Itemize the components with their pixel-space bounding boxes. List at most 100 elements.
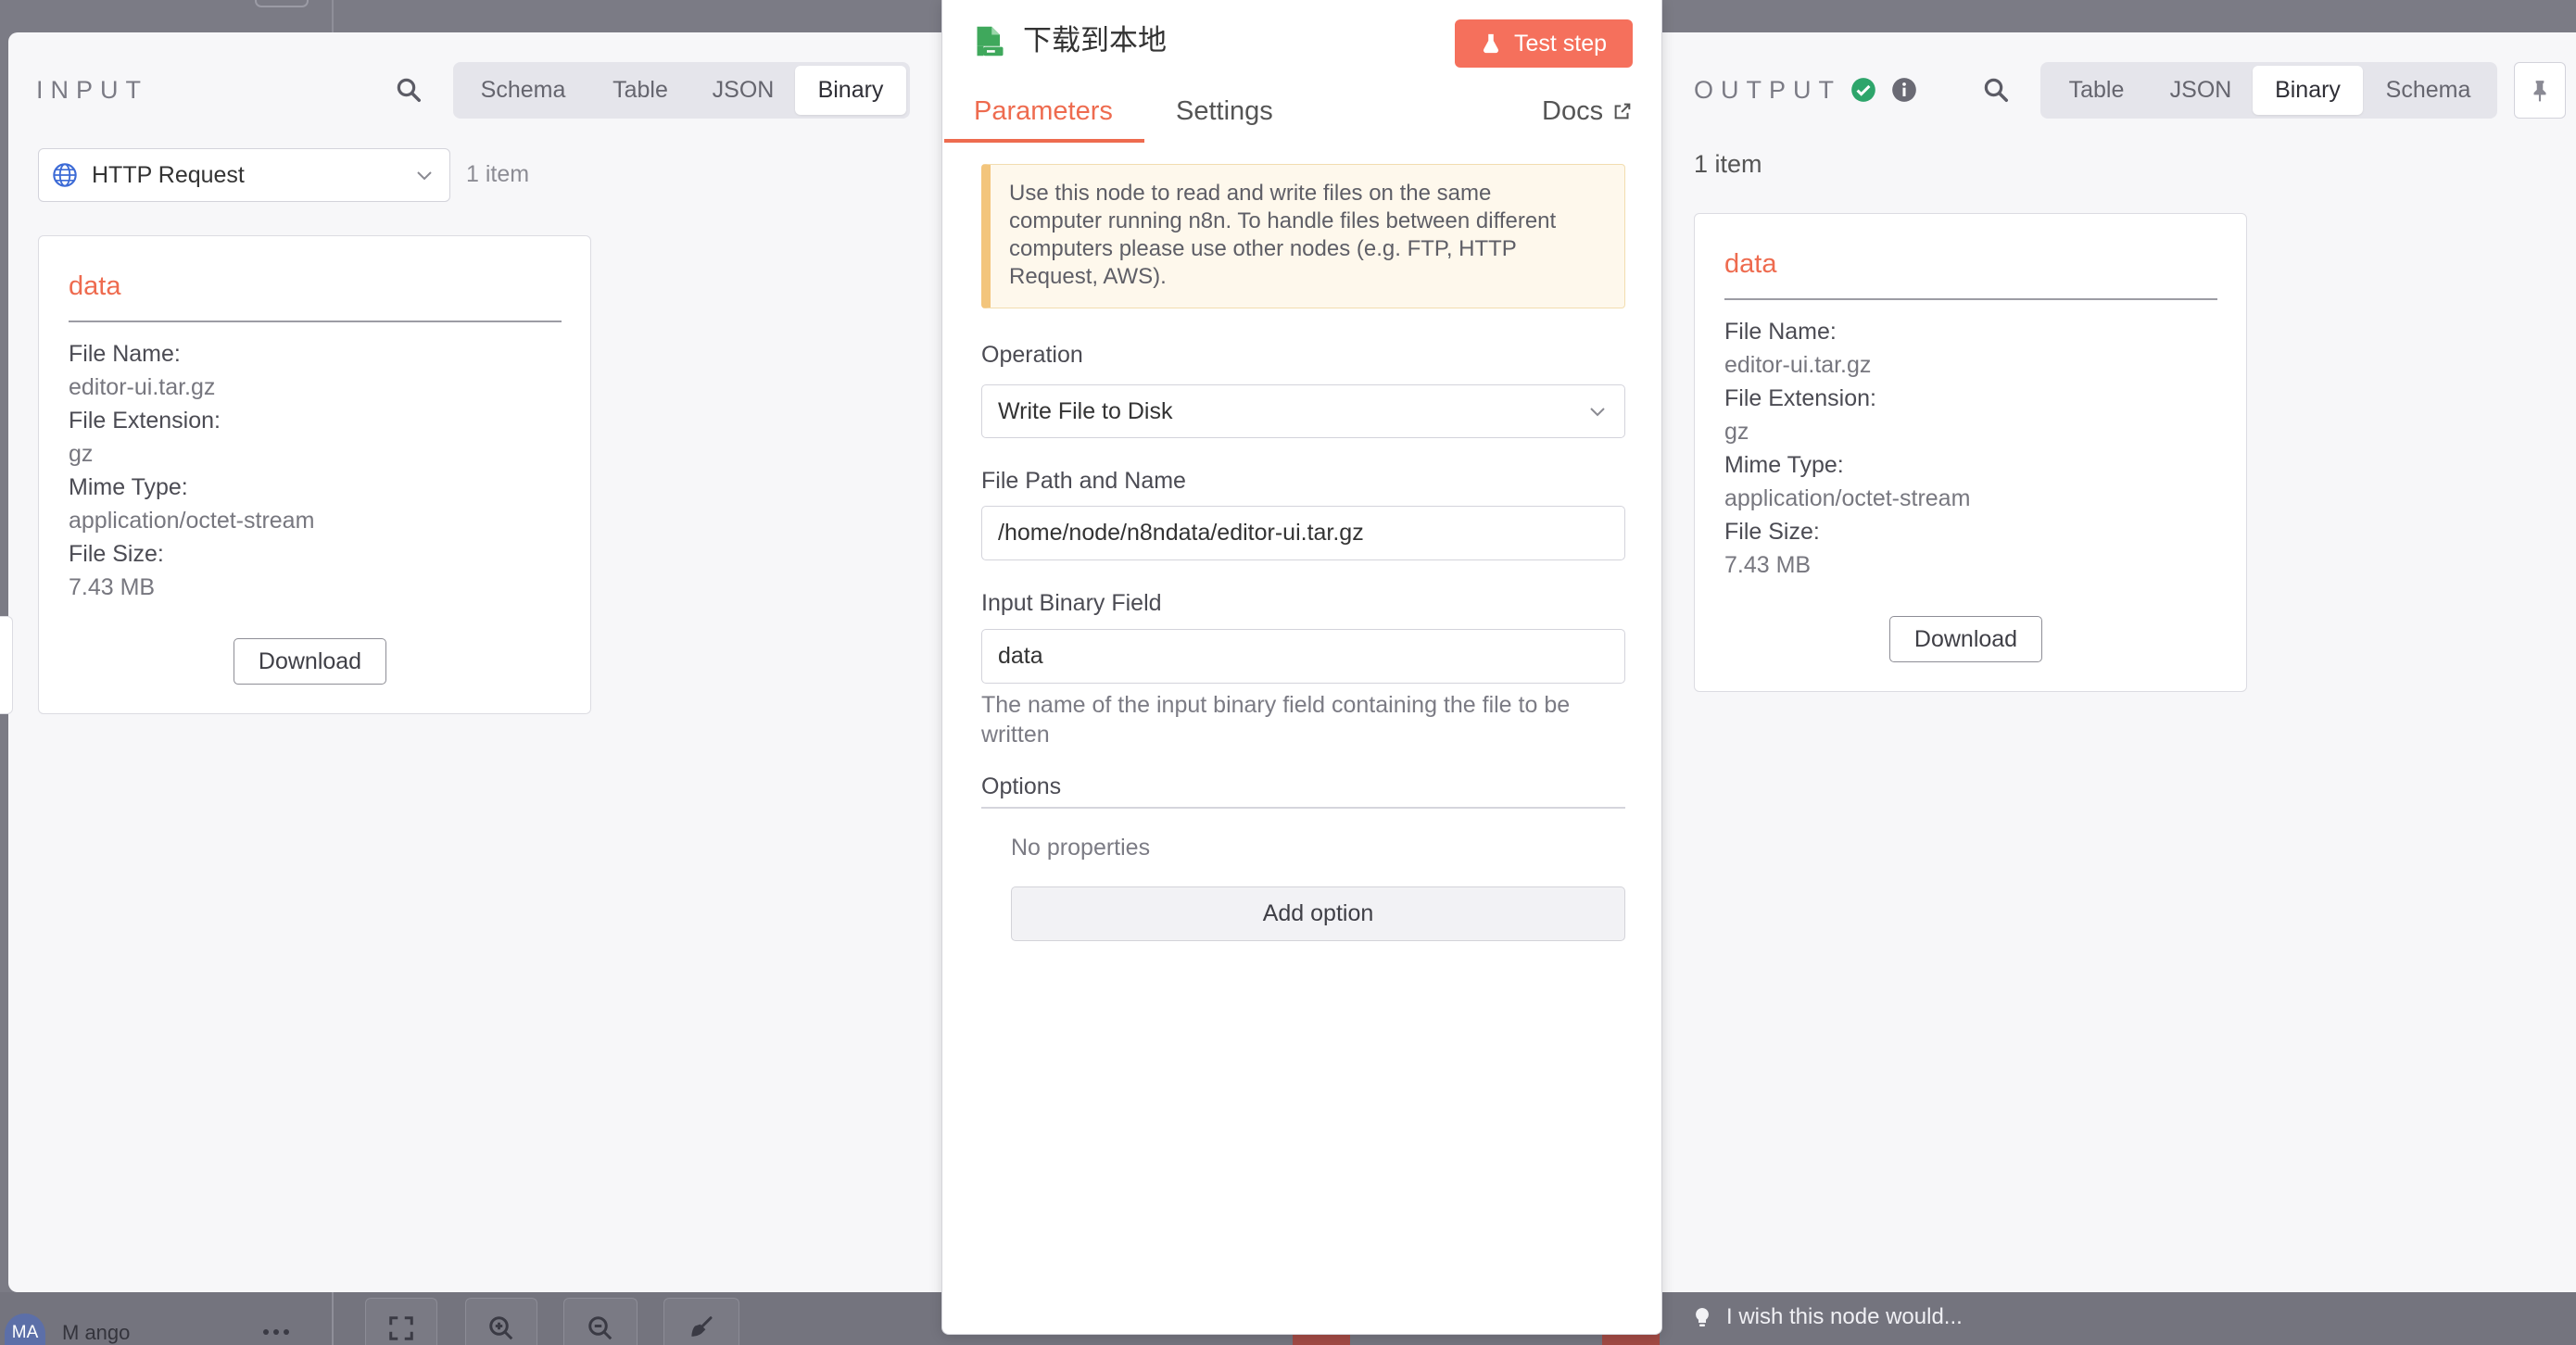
input-node-select-value: HTTP Request	[92, 162, 245, 188]
card-divider	[1724, 298, 2217, 300]
search-icon	[1984, 78, 2008, 102]
zoom-out-button[interactable]	[563, 1298, 638, 1345]
input-tab-json[interactable]: JSON	[691, 66, 795, 115]
node-parameters-panel: 下载到本地 Test step Parameters Settings Docs…	[941, 0, 1662, 1335]
output-tab-binary[interactable]: Binary	[2253, 66, 2363, 115]
pin-data-button[interactable]	[2514, 62, 2566, 119]
search-icon	[397, 78, 421, 102]
lightbulb-icon	[1691, 1306, 1713, 1328]
file-size-value: 7.43 MB	[1724, 552, 1812, 578]
output-panel-title: OUTPUT	[1694, 76, 1841, 104]
output-tab-json[interactable]: JSON	[2149, 66, 2253, 115]
output-tab-table[interactable]: Table	[2044, 66, 2149, 115]
notice-line: Request, AWS).	[1009, 264, 1167, 289]
file-size-label: File Size:	[69, 541, 164, 567]
output-tab-schema[interactable]: Schema	[2363, 66, 2494, 115]
mime-type-value: application/octet-stream	[69, 508, 315, 534]
broom-icon	[691, 1316, 713, 1337]
chevron-down-icon	[413, 164, 436, 186]
operation-label: Operation	[981, 342, 1083, 368]
output-panel: OUTPUT Table JSON Binary Schema 1 item d…	[1662, 32, 2576, 1292]
options-label: Options	[981, 773, 1062, 799]
input-tab-table[interactable]: Table	[589, 66, 691, 115]
binary-property-name: data	[1724, 249, 1777, 279]
input-view-tabs: Schema Table JSON Binary	[453, 62, 910, 119]
hint-line: The name of the input binary field conta…	[981, 692, 1571, 718]
file-size-label: File Size:	[1724, 519, 1820, 545]
input-search-button[interactable]	[395, 76, 423, 104]
operation-select[interactable]: Write File to Disk	[981, 384, 1625, 438]
user-name: M ango	[62, 1321, 131, 1344]
file-extension-value: gz	[69, 441, 94, 467]
card-divider	[69, 321, 562, 322]
file-extension-label: File Extension:	[1724, 385, 1876, 411]
zoom-out-icon	[588, 1316, 612, 1340]
notice-line: computers please use other nodes (e.g. F…	[1009, 236, 1517, 261]
external-link-icon[interactable]	[1611, 100, 1634, 122]
hint-line: written	[981, 722, 1050, 748]
input-panel-title: INPUT	[36, 76, 148, 104]
file-extension-label: File Extension:	[69, 408, 221, 434]
avatar[interactable]: MA	[5, 1314, 45, 1345]
feedback-prompt[interactable]: I wish this node would...	[1726, 1303, 1963, 1331]
test-step-label: Test step	[1513, 30, 1608, 57]
tab-settings[interactable]: Settings	[1176, 94, 1273, 128]
options-divider	[981, 807, 1625, 809]
file-extension-value: gz	[1724, 419, 1749, 445]
binary-metadata: File Name: editor-ui.tar.gz File Extensi…	[69, 337, 314, 604]
info-icon[interactable]	[1891, 77, 1917, 103]
fit-view-icon	[389, 1316, 413, 1340]
file-name-label: File Name:	[69, 341, 181, 367]
info-notice: Use this node to read and write files on…	[981, 164, 1625, 308]
file-path-label: File Path and Name	[981, 468, 1186, 494]
notice-line: Use this node to read and write files on…	[1009, 181, 1492, 206]
file-name-value: editor-ui.tar.gz	[69, 374, 216, 400]
input-binary-field-label: Input Binary Field	[981, 590, 1162, 616]
input-node-select[interactable]: HTTP Request	[38, 148, 450, 202]
test-step-button[interactable]: Test step	[1455, 19, 1633, 68]
toolbar-divider	[332, 1292, 334, 1345]
tidy-up-button[interactable]	[663, 1298, 739, 1345]
active-tab-indicator	[944, 139, 1144, 143]
input-binary-field-hint: The name of the input binary field conta…	[981, 690, 1570, 749]
input-item-count: 1 item	[466, 161, 530, 187]
add-option-button[interactable]: Add option	[1011, 886, 1625, 941]
tab-parameters[interactable]: Parameters	[974, 94, 1113, 128]
binary-metadata: File Name: editor-ui.tar.gz File Extensi…	[1724, 315, 1970, 582]
zoom-in-icon	[489, 1316, 513, 1340]
pin-icon	[2533, 80, 2546, 102]
input-tab-schema[interactable]: Schema	[457, 66, 589, 115]
globe-icon	[52, 162, 78, 188]
check-circle-icon	[1850, 77, 1876, 103]
output-download-button[interactable]: Download	[1889, 616, 2042, 662]
fit-view-button[interactable]	[365, 1298, 437, 1345]
input-binary-field-input[interactable]	[981, 629, 1625, 684]
node-title[interactable]: 下载到本地	[1023, 24, 1167, 57]
file-path-input[interactable]	[981, 506, 1625, 560]
output-view-tabs: Table JSON Binary Schema	[2040, 62, 2497, 119]
file-size-value: 7.43 MB	[69, 574, 156, 600]
flask-icon	[1481, 33, 1501, 54]
input-panel: INPUT Schema Table JSON Binary HTTP Requ…	[8, 32, 941, 1292]
panel-resize-handle[interactable]	[0, 616, 13, 714]
output-binary-card: data File Name: editor-ui.tar.gz File Ex…	[1694, 213, 2247, 692]
no-properties-text: No properties	[1011, 835, 1151, 861]
file-name-label: File Name:	[1724, 319, 1837, 345]
zoom-in-button[interactable]	[465, 1298, 537, 1345]
more-icon[interactable]	[261, 1326, 291, 1339]
input-tab-binary[interactable]: Binary	[795, 66, 906, 115]
chevron-down-icon	[1586, 400, 1609, 422]
input-download-button[interactable]: Download	[234, 638, 386, 685]
mime-type-label: Mime Type:	[1724, 452, 1844, 478]
mime-type-value: application/octet-stream	[1724, 485, 1971, 511]
file-disk-icon	[974, 25, 1006, 57]
canvas-top-divider	[332, 0, 334, 32]
binary-property-name: data	[69, 271, 121, 301]
docs-link[interactable]: Docs	[1542, 94, 1603, 128]
notice-line: computer running n8n. To handle files be…	[1009, 208, 1557, 233]
output-item-count: 1 item	[1694, 150, 1762, 178]
mime-type-label: Mime Type:	[69, 474, 188, 500]
output-search-button[interactable]	[1982, 76, 2010, 104]
canvas-toolbar-button[interactable]	[255, 0, 309, 7]
operation-select-value: Write File to Disk	[998, 397, 1173, 424]
